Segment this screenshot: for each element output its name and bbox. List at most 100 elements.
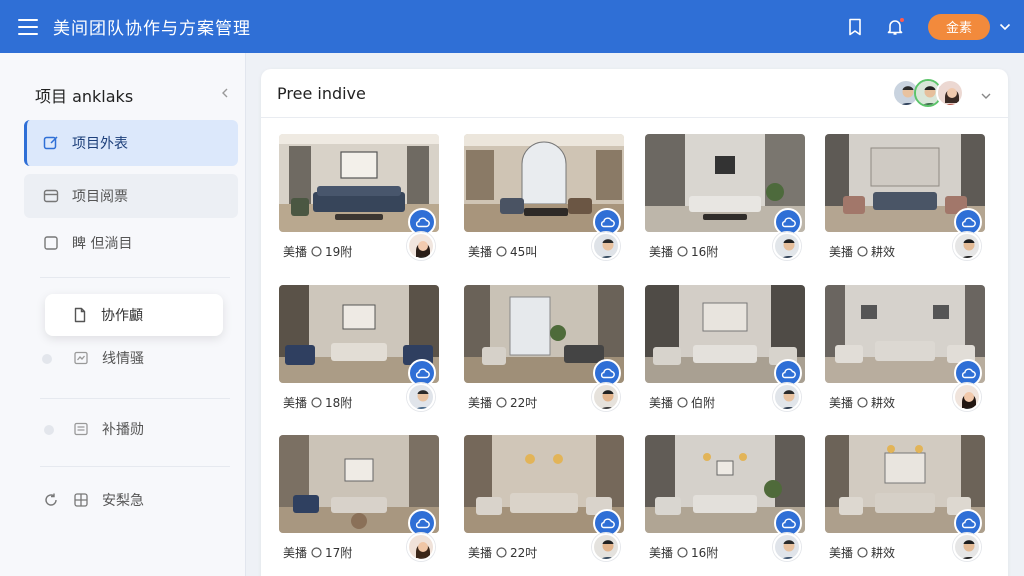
project-card[interactable]: 美播 45叫 [464,134,624,264]
clock-icon [677,397,688,408]
project-card[interactable]: 美播 16附 [645,435,805,565]
project-card[interactable]: 美播 17附 [279,435,439,565]
sidebar-item-settings[interactable]: 安梨急 [24,480,238,520]
clock-icon [496,246,507,257]
card-caption: 美播 22吋 [468,394,537,411]
sidebar-item-stats[interactable]: 线情骚 [24,338,238,378]
card-caption: 美播 耕效 [829,544,895,561]
owner-avatar[interactable] [592,383,620,411]
sidebar-item-project-review[interactable]: 项目阅票 [24,174,238,218]
top-bar: 美间团队协作与方案管理 金素 [0,0,1024,53]
card-count: 22吋 [510,396,538,410]
member-avatars[interactable] [892,79,964,107]
owner-avatar[interactable] [407,533,435,561]
card-caption: 美播 伯附 [649,394,715,411]
clock-icon [496,547,507,558]
grid-icon [72,491,90,509]
clock-icon [677,246,688,257]
card-count: 18附 [325,396,353,410]
card-count: 耕效 [871,245,896,259]
owner-avatar[interactable] [407,232,435,260]
sidebar: 项目 anklaks 项目外表 项目阅票 睥 但淌目 协作顱 线情骚 补播勋 安… [0,53,246,576]
app-title: 美间团队协作与方案管理 [53,19,251,39]
user-menu-button[interactable]: 金素 [928,13,990,40]
clock-icon [311,246,322,257]
chart-icon [72,349,90,367]
panel-title: Pree indive [277,84,366,103]
chevron-down-icon[interactable] [980,87,992,99]
project-card[interactable]: 美播 耕效 [825,285,985,415]
project-card[interactable]: 美播 耕效 [825,435,985,565]
checkbox-icon [42,234,60,252]
sidebar-heading: 项目 anklaks [35,87,134,106]
hamburger-menu-icon[interactable] [18,18,38,35]
project-card[interactable]: 美播 耕效 [825,134,985,264]
card-caption: 美播 18附 [283,394,352,411]
list-icon [72,420,90,438]
card-caption: 美播 16附 [649,243,718,260]
owner-avatar[interactable] [773,383,801,411]
card-label: 美播 [468,245,493,259]
project-card[interactable]: 美播 16附 [645,134,805,264]
project-card[interactable]: 美播 18附 [279,285,439,415]
document-icon [42,187,60,205]
card-label: 美播 [283,396,308,410]
chevron-left-icon[interactable] [218,85,232,99]
card-count: 17附 [325,546,353,560]
card-caption: 美播 耕效 [829,394,895,411]
clock-icon [677,547,688,558]
card-caption: 美播 16附 [649,544,718,561]
sidebar-item-label: 线情骚 [102,351,144,367]
sidebar-divider [40,398,230,399]
card-count: 19附 [325,245,353,259]
project-card[interactable]: 美播 22吋 [464,285,624,415]
edit-square-icon [42,134,60,152]
card-caption: 美播 17附 [283,544,352,561]
card-label: 美播 [649,245,674,259]
card-count: 耕效 [871,396,896,410]
clock-icon [857,246,868,257]
avatar[interactable] [936,79,964,107]
sidebar-item-label: 项目外表 [72,136,128,152]
chevron-down-icon[interactable] [998,20,1012,34]
card-label: 美播 [649,546,674,560]
project-panel: Pree indive 美播 19附 美播 45叫 美播 16附 美播 耕效 美… [261,69,1008,576]
owner-avatar[interactable] [953,383,981,411]
sidebar-item-tasks[interactable]: 睥 但淌目 [24,223,238,263]
clock-icon [496,397,507,408]
card-count: 22吋 [510,546,538,560]
owner-avatar[interactable] [592,232,620,260]
owner-avatar[interactable] [953,232,981,260]
sidebar-item-label: 协作顱 [101,308,143,324]
panel-divider [261,117,1008,118]
sidebar-item-project-list[interactable]: 项目外表 [24,120,238,166]
sidebar-item-records[interactable]: 补播勋 [24,409,238,449]
header-actions: 金素 [844,0,1012,53]
owner-avatar[interactable] [773,533,801,561]
card-label: 美播 [468,396,493,410]
card-count: 16附 [691,245,719,259]
bookmark-icon[interactable] [844,16,866,38]
card-count: 伯附 [691,396,716,410]
project-card[interactable]: 美播 22吋 [464,435,624,565]
sidebar-item-label: 补播勋 [102,422,144,438]
owner-avatar[interactable] [773,232,801,260]
owner-avatar[interactable] [407,383,435,411]
owner-avatar[interactable] [592,533,620,561]
card-label: 美播 [829,396,854,410]
project-card[interactable]: 美播 19附 [279,134,439,264]
project-card[interactable]: 美播 伯附 [645,285,805,415]
card-caption: 美播 耕效 [829,243,895,260]
card-caption: 美播 19附 [283,243,352,260]
card-caption: 美播 22吋 [468,544,537,561]
card-label: 美播 [283,546,308,560]
notification-dot [899,16,905,23]
card-count: 45叫 [510,245,538,259]
sidebar-item-label: 睥 但淌目 [72,236,133,252]
card-caption: 美播 45叫 [468,243,537,260]
sidebar-divider [40,466,230,467]
card-count: 16附 [691,546,719,560]
sidebar-item-collaboration[interactable]: 协作顱 [45,294,223,336]
bell-icon[interactable] [884,16,906,38]
owner-avatar[interactable] [953,533,981,561]
